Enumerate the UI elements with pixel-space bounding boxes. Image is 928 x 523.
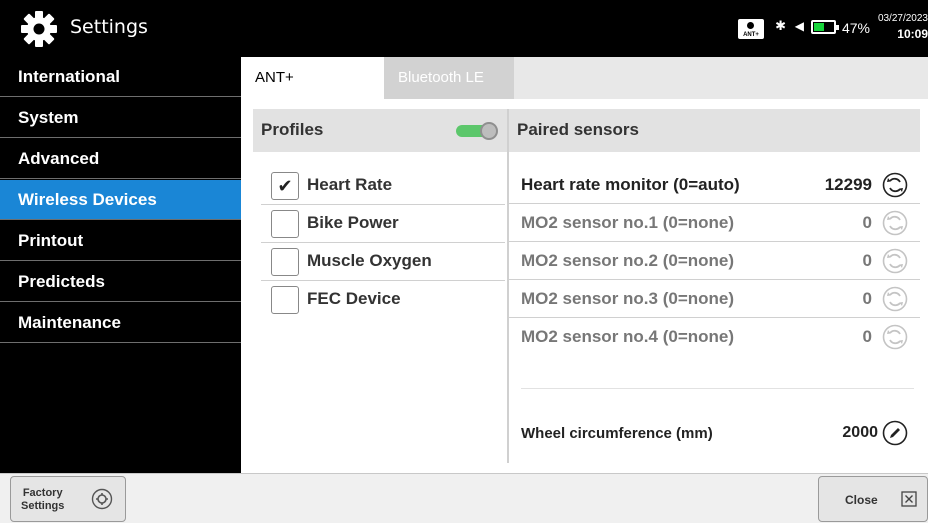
sensors-title: Paired sensors: [517, 120, 639, 139]
sync-icon: [882, 210, 908, 236]
profiles-header: Profiles: [253, 109, 507, 152]
profile-row-heart-rate[interactable]: ✔ Heart Rate: [261, 167, 505, 205]
sidebar-item-maintenance[interactable]: Maintenance: [0, 303, 241, 343]
sidebar: International System Advanced Wireless D…: [0, 57, 241, 473]
main-content: ANT+ Bluetooth LE Profiles ✔ Heart Rate …: [241, 57, 928, 473]
profile-label: Bike Power: [307, 213, 399, 232]
reset-gear-icon: [91, 488, 113, 510]
sidebar-item-advanced[interactable]: Advanced: [0, 139, 241, 179]
sensor-label: MO2 sensor no.4 (0=none): [521, 327, 735, 346]
tab-bar: ANT+ Bluetooth LE: [241, 57, 928, 99]
sync-icon[interactable]: [882, 172, 908, 198]
profile-label: Muscle Oxygen: [307, 251, 432, 270]
muscle-oxygen-checkbox[interactable]: [271, 248, 299, 276]
sensor-label: MO2 sensor no.1 (0=none): [521, 213, 735, 232]
bottom-bar: Factory Settings Close: [0, 473, 928, 523]
profiles-title: Profiles: [261, 120, 324, 139]
sensor-row-mo2-2[interactable]: MO2 sensor no.2 (0=none) 0: [509, 242, 920, 280]
app-title: Settings: [70, 16, 148, 38]
sidebar-item-international[interactable]: International: [0, 57, 241, 97]
tab-bluetooth-le[interactable]: Bluetooth LE: [384, 57, 514, 99]
sync-icon: [882, 286, 908, 312]
tab-ant-plus[interactable]: ANT+: [241, 57, 384, 99]
profiles-toggle[interactable]: [456, 122, 498, 140]
wheel-circumference-row[interactable]: Wheel circumference (mm) 2000: [509, 414, 920, 452]
sync-icon: [882, 324, 908, 350]
factory-settings-label: Factory Settings: [21, 487, 64, 513]
divider: [521, 388, 914, 389]
profile-label: FEC Device: [307, 289, 401, 308]
sensors-list: Heart rate monitor (0=auto) 12299 MO2 se…: [509, 152, 920, 463]
status-time: 10:09: [897, 27, 928, 41]
status-date: 03/27/2023: [877, 13, 928, 24]
sensor-label: MO2 sensor no.3 (0=none): [521, 289, 735, 308]
sidebar-item-predicteds[interactable]: Predicteds: [0, 262, 241, 302]
close-label: Close: [845, 493, 878, 507]
sidebar-item-printout[interactable]: Printout: [0, 221, 241, 261]
factory-label-line1: Factory: [22, 487, 63, 499]
close-button[interactable]: Close: [818, 476, 928, 522]
profile-label: Heart Rate: [307, 175, 393, 194]
profile-row-bike-power[interactable]: Bike Power: [261, 205, 505, 243]
battery-percent: 47%: [841, 20, 870, 36]
profile-row-muscle-oxygen[interactable]: Muscle Oxygen: [261, 243, 505, 281]
volume-icon: ◀: [794, 19, 804, 33]
pencil-icon[interactable]: [882, 420, 908, 446]
battery-icon: [811, 20, 839, 34]
bluetooth-icon: ✱: [775, 18, 786, 33]
sidebar-item-wireless-devices[interactable]: Wireless Devices: [0, 180, 241, 220]
sensor-value[interactable]: 0: [863, 213, 872, 233]
profiles-list: ✔ Heart Rate Bike Power Muscle Oxygen FE…: [253, 152, 507, 463]
profile-row-fec-device[interactable]: FEC Device: [261, 281, 505, 319]
ant-plus-icon: ANT+: [738, 19, 764, 39]
top-bar: Settings ANT+ ✱ ◀ 47% 03/27/2023 10:09: [0, 0, 928, 57]
sensor-value[interactable]: 12299: [825, 175, 872, 195]
close-icon: [901, 491, 917, 507]
bike-power-checkbox[interactable]: [271, 210, 299, 238]
sensor-row-heart-rate[interactable]: Heart rate monitor (0=auto) 12299: [509, 166, 920, 204]
sensor-label: Heart rate monitor (0=auto): [521, 175, 740, 194]
factory-label-line2: Settings: [21, 500, 65, 512]
sync-icon: [882, 248, 908, 274]
heart-rate-checkbox[interactable]: ✔: [271, 172, 299, 200]
sensor-value[interactable]: 0: [863, 251, 872, 271]
sensor-row-mo2-3[interactable]: MO2 sensor no.3 (0=none) 0: [509, 280, 920, 318]
sensor-value[interactable]: 0: [863, 289, 872, 309]
wheel-circumference-label: Wheel circumference (mm): [521, 425, 713, 442]
gear-icon: [21, 11, 57, 47]
sensor-row-mo2-4[interactable]: MO2 sensor no.4 (0=none) 0: [509, 318, 920, 356]
factory-settings-button[interactable]: Factory Settings: [10, 476, 126, 522]
sensors-header: Paired sensors: [509, 109, 920, 152]
sensor-label: MO2 sensor no.2 (0=none): [521, 251, 735, 270]
sensor-value[interactable]: 0: [863, 327, 872, 347]
sensor-row-mo2-1[interactable]: MO2 sensor no.1 (0=none) 0: [509, 204, 920, 242]
fec-device-checkbox[interactable]: [271, 286, 299, 314]
wheel-circumference-value[interactable]: 2000: [842, 424, 878, 442]
sidebar-item-system[interactable]: System: [0, 98, 241, 138]
